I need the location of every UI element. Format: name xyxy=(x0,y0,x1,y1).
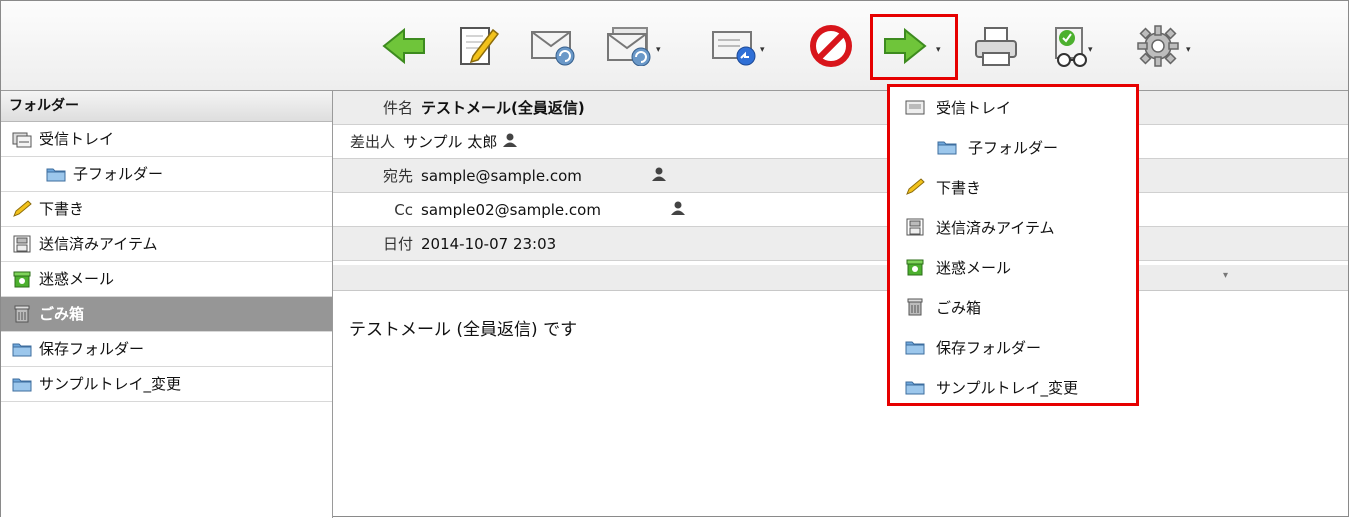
menu-item-sent[interactable]: 送信済みアイテム xyxy=(890,207,1136,247)
from-row: 差出人 サンプル 太郎 xyxy=(333,125,1348,159)
compose-icon[interactable] xyxy=(453,22,501,70)
sidebar-item-label: 迷惑メール xyxy=(39,270,115,288)
sent-icon xyxy=(904,217,926,237)
menu-item-junk[interactable]: 迷惑メール xyxy=(890,247,1136,287)
delete-icon[interactable] xyxy=(807,22,855,70)
sidebar-item-label: ごみ箱 xyxy=(39,305,85,323)
move-to-folder-menu: 受信トレイ 子フォルダー 下書き 送信済みアイテム 迷惑メール ごみ箱 保存フォ… xyxy=(887,84,1139,406)
menu-item-label: 保存フォルダー xyxy=(936,338,1042,357)
sidebar-item-archive[interactable]: 保存フォルダー xyxy=(1,332,332,367)
settings-menu-caret[interactable]: ▾ xyxy=(1186,45,1191,55)
menu-item-trash[interactable]: ごみ箱 xyxy=(890,287,1136,327)
sidebar-item-inbox[interactable]: 受信トレイ xyxy=(1,122,332,157)
subject-label: 件名 xyxy=(382,99,413,117)
sidebar-item-label: 保存フォルダー xyxy=(39,340,145,358)
mark-menu-caret[interactable]: ▾ xyxy=(1088,45,1093,55)
settings-gear-icon[interactable] xyxy=(1134,22,1182,70)
message-body: テストメール (全員返信) です xyxy=(349,320,578,340)
person-icon[interactable] xyxy=(670,201,685,219)
menu-item-label: ごみ箱 xyxy=(936,298,982,317)
header-collapse-bar[interactable]: ▾ xyxy=(333,265,1348,291)
sidebar-item-subfolder[interactable]: 子フォルダー xyxy=(1,157,332,192)
menu-item-subfolder[interactable]: 子フォルダー xyxy=(890,127,1136,167)
message-from[interactable]: サンプル 太郎 xyxy=(403,131,497,152)
sidebar-item-junk[interactable]: 迷惑メール xyxy=(1,262,332,297)
to-label: 宛先 xyxy=(382,167,413,185)
message-header: 件名 テストメール(全員返信) 差出人 サンプル 太郎 宛先 sample@sa… xyxy=(333,91,1348,291)
menu-item-archive[interactable]: 保存フォルダー xyxy=(890,327,1136,367)
sent-icon xyxy=(11,234,33,254)
sidebar-item-label: サンプルトレイ_変更 xyxy=(39,375,182,393)
message-cc[interactable]: sample02@sample.com xyxy=(421,201,601,219)
person-icon[interactable] xyxy=(503,133,518,151)
folder-icon xyxy=(11,374,33,394)
to-row: 宛先 sample@sample.com xyxy=(333,159,1348,193)
menu-item-label: 子フォルダー xyxy=(968,138,1059,157)
date-label: 日付 xyxy=(382,235,413,253)
back-arrow-icon[interactable] xyxy=(380,22,428,70)
date-row: 日付 2014-10-07 23:03 xyxy=(333,227,1348,261)
junk-icon xyxy=(11,269,33,289)
message-subject: テストメール(全員返信) xyxy=(421,99,585,117)
inbox-icon xyxy=(904,97,926,117)
pencil-icon xyxy=(904,177,926,197)
message-to[interactable]: sample@sample.com xyxy=(421,167,582,185)
menu-item-label: サンプルトレイ_変更 xyxy=(936,378,1079,397)
sidebar-item-label: 子フォルダー xyxy=(73,165,164,183)
move-button-highlight xyxy=(870,14,958,80)
reply-all-icon[interactable] xyxy=(605,22,653,70)
reply-icon[interactable] xyxy=(529,22,577,70)
sidebar-item-sent[interactable]: 送信済みアイテム xyxy=(1,227,332,262)
trash-icon xyxy=(11,304,33,324)
menu-item-label: 下書き xyxy=(936,178,982,197)
menu-item-sample-tray[interactable]: サンプルトレイ_変更 xyxy=(890,367,1136,407)
cc-label: Cc xyxy=(394,200,413,219)
toolbar: ▾ ▾ ▾ ▾ ▾ xyxy=(1,1,1348,91)
chevron-down-icon[interactable]: ▾ xyxy=(1223,270,1228,281)
folder-icon xyxy=(904,377,926,397)
from-label: 差出人 xyxy=(349,133,395,151)
menu-item-label: 迷惑メール xyxy=(936,258,1012,277)
folder-sidebar: フォルダー 受信トレイ 子フォルダー 下書き 送信済みアイテム 迷惑メール ごみ… xyxy=(1,91,333,518)
folder-sidebar-title: フォルダー xyxy=(1,91,332,122)
folder-icon xyxy=(936,137,958,157)
sidebar-item-drafts[interactable]: 下書き xyxy=(1,192,332,227)
sidebar-item-label: 受信トレイ xyxy=(39,130,115,148)
inbox-icon xyxy=(11,129,33,149)
folder-icon xyxy=(11,339,33,359)
folder-icon xyxy=(45,164,67,184)
sidebar-item-label: 送信済みアイテム xyxy=(39,235,158,253)
sidebar-item-trash[interactable]: ごみ箱 xyxy=(1,297,332,332)
message-date: 2014-10-07 23:03 xyxy=(421,234,557,253)
menu-item-label: 送信済みアイテム xyxy=(936,218,1055,237)
trash-icon xyxy=(904,297,926,317)
folder-icon xyxy=(904,337,926,357)
junk-icon xyxy=(904,257,926,277)
mail-window: ▾ ▾ ▾ ▾ ▾ フォルダー 受信トレイ 子フォルダー 下書き 送信済みアイテ… xyxy=(0,0,1349,518)
subject-row: 件名 テストメール(全員返信) xyxy=(333,91,1348,125)
pencil-icon xyxy=(11,199,33,219)
forward-icon[interactable] xyxy=(710,22,758,70)
menu-item-label: 受信トレイ xyxy=(936,98,1012,117)
sidebar-item-sample-tray[interactable]: サンプルトレイ_変更 xyxy=(1,367,332,402)
forward-menu-caret[interactable]: ▾ xyxy=(760,45,765,55)
print-icon[interactable] xyxy=(972,22,1020,70)
reply-all-menu-caret[interactable]: ▾ xyxy=(656,45,661,55)
cc-row: Cc sample02@sample.com xyxy=(333,193,1348,227)
person-icon[interactable] xyxy=(651,167,666,185)
menu-item-drafts[interactable]: 下書き xyxy=(890,167,1136,207)
sidebar-item-label: 下書き xyxy=(39,200,85,218)
menu-item-inbox[interactable]: 受信トレイ xyxy=(890,87,1136,127)
